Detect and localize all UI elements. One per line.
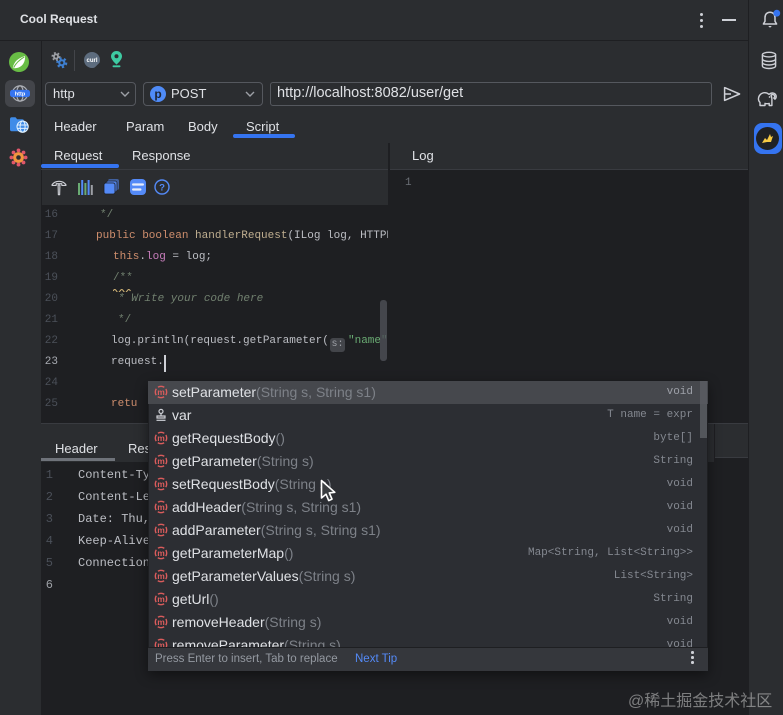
svg-text:m: m — [157, 433, 165, 443]
svg-text:m: m — [157, 548, 165, 558]
svg-text:m: m — [157, 502, 165, 512]
svg-text:m: m — [157, 525, 165, 535]
svg-text:m: m — [157, 456, 165, 466]
svg-text:m: m — [157, 594, 165, 604]
svg-text:m: m — [157, 617, 165, 627]
svg-text:m: m — [157, 387, 165, 397]
svg-text:curl: curl — [86, 58, 97, 64]
svg-text:?: ? — [159, 182, 165, 193]
svg-text:m: m — [157, 479, 165, 489]
svg-text:m: m — [157, 571, 165, 581]
svg-text:m: m — [157, 640, 165, 647]
svg-text:http: http — [15, 92, 26, 98]
